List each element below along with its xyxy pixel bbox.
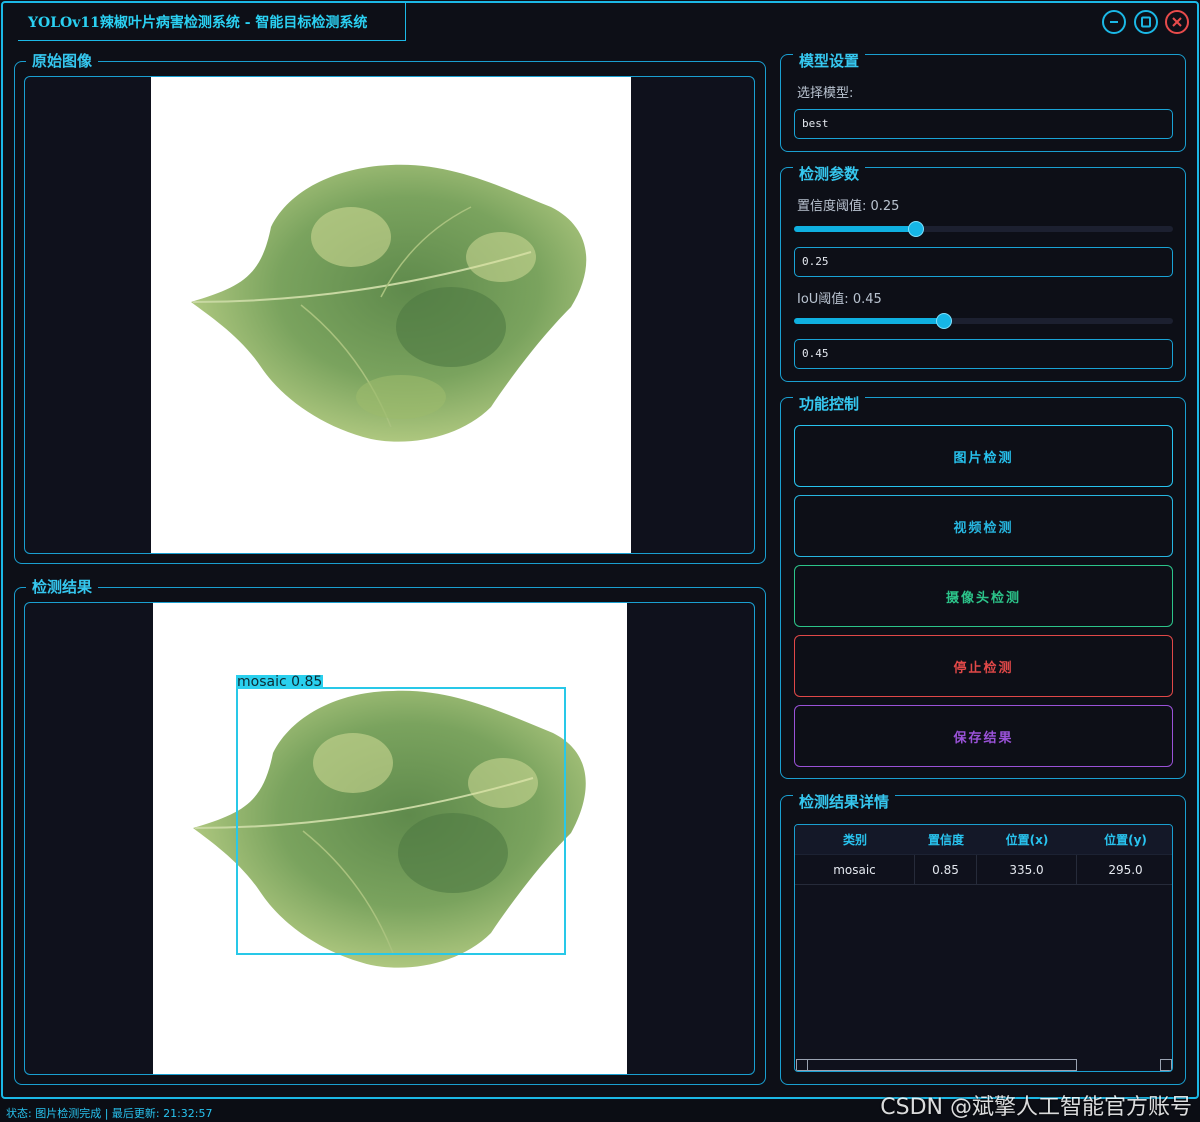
maximize-icon: [1141, 16, 1151, 28]
watermark: CSDN @斌擎人工智能官方账号: [880, 1095, 1192, 1120]
cell-confidence: 0.85: [915, 855, 977, 885]
title-underline: [18, 40, 406, 41]
leaf-image: [191, 164, 587, 442]
detection-params-title: 检测参数: [793, 165, 866, 183]
column-header-x[interactable]: 位置(x): [977, 826, 1077, 854]
scroll-left-arrow[interactable]: [797, 1060, 808, 1070]
confidence-input[interactable]: 0.25: [794, 247, 1173, 277]
iou-input[interactable]: 0.45: [794, 339, 1173, 369]
table-row[interactable]: mosaic 0.85 335.0 295.0: [795, 855, 1172, 885]
image-detect-button[interactable]: 图片检测: [794, 425, 1173, 487]
iou-threshold-label: IoU阈值: 0.45: [797, 292, 882, 307]
function-control-title: 功能控制: [793, 395, 866, 413]
original-image-frame: [24, 76, 755, 554]
video-detect-button[interactable]: 视频检测: [794, 495, 1173, 557]
close-button[interactable]: [1165, 10, 1189, 34]
iou-slider-track[interactable]: [794, 318, 1173, 324]
table-header: 类别 置信度 位置(x) 位置(y): [795, 825, 1172, 855]
scroll-right-arrow[interactable]: [1160, 1059, 1172, 1071]
iou-slider-handle[interactable]: [936, 313, 952, 329]
result-image: mosaic 0.85: [153, 603, 627, 1074]
close-icon: [1172, 17, 1182, 27]
column-header-confidence[interactable]: 置信度: [915, 826, 977, 854]
status-text: 状态: 图片检测完成 | 最后更新: 21:32:57: [6, 1107, 213, 1120]
cell-y: 295.0: [1108, 863, 1143, 877]
horizontal-scrollbar[interactable]: [796, 1059, 1077, 1071]
camera-detect-button[interactable]: 摄像头检测: [794, 565, 1173, 627]
result-image-frame: mosaic 0.85: [24, 602, 755, 1075]
confidence-slider-track[interactable]: [794, 226, 1173, 232]
minimize-button[interactable]: [1102, 10, 1126, 34]
column-header-class[interactable]: 类别: [795, 826, 915, 854]
result-image-title: 检测结果: [26, 578, 99, 596]
cell-x: 335.0: [977, 855, 1077, 885]
detection-label: mosaic 0.85: [236, 674, 324, 690]
column-header-y[interactable]: 位置(y): [1077, 826, 1172, 854]
cell-class: mosaic: [795, 855, 915, 885]
title-divider: [405, 3, 406, 41]
detection-box: [236, 687, 566, 955]
confidence-threshold-label: 置信度阈值: 0.25: [797, 199, 900, 214]
select-model-label: 选择模型:: [797, 86, 854, 101]
original-image-title: 原始图像: [26, 52, 99, 70]
stop-detect-button[interactable]: 停止检测: [794, 635, 1173, 697]
iou-slider-fill: [794, 318, 944, 324]
confidence-slider-fill: [794, 226, 916, 232]
minimize-icon: [1110, 21, 1118, 23]
save-results-button[interactable]: 保存结果: [794, 705, 1173, 767]
model-select[interactable]: best: [794, 109, 1173, 139]
results-detail-title: 检测结果详情: [793, 793, 896, 811]
window-title: YOLOv11辣椒叶片病害检测系统 - 智能目标检测系统: [28, 15, 368, 31]
results-table: 类别 置信度 位置(x) 位置(y) mosaic 0.85 335.0 295…: [794, 824, 1173, 1072]
confidence-slider-handle[interactable]: [908, 221, 924, 237]
model-settings-title: 模型设置: [793, 52, 866, 70]
maximize-button[interactable]: [1134, 10, 1158, 34]
original-image: [151, 77, 631, 553]
